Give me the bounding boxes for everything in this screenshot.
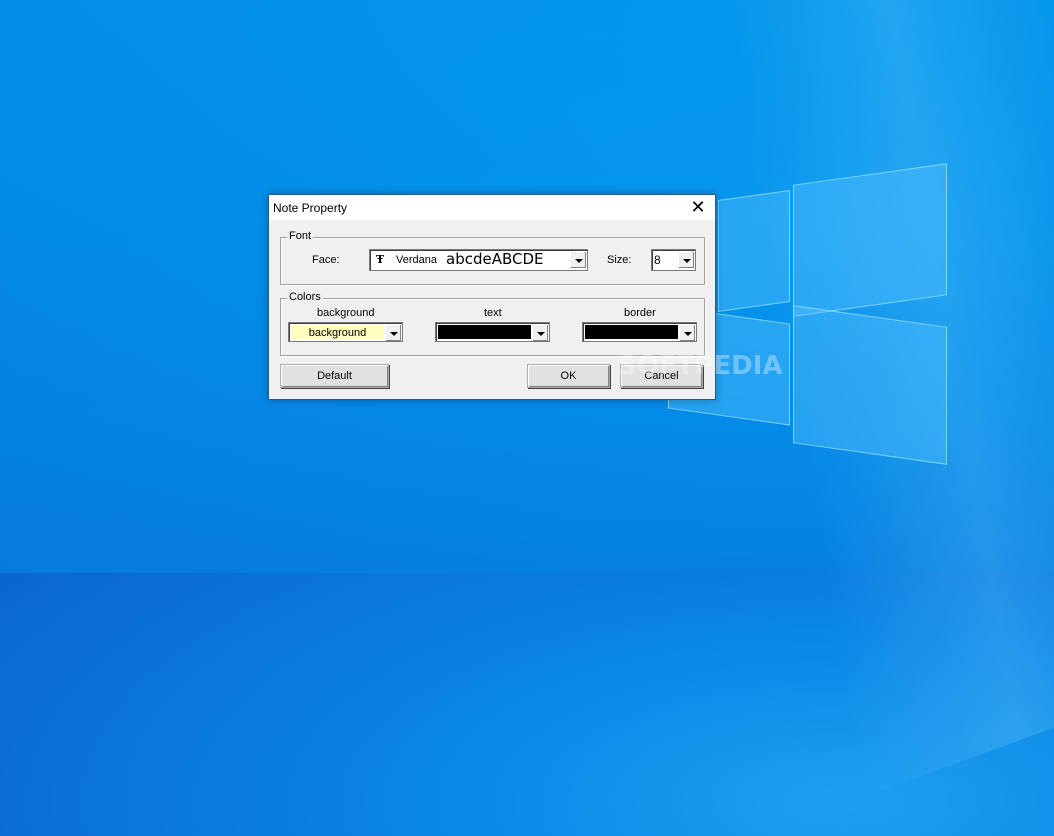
- chevron-down-icon[interactable]: [678, 251, 694, 268]
- font-size-select[interactable]: 8: [651, 249, 696, 271]
- chevron-down-icon[interactable]: [385, 324, 401, 341]
- face-label: Face:: [312, 254, 340, 266]
- size-label: Size:: [607, 254, 632, 266]
- chevron-down-icon[interactable]: [570, 251, 586, 268]
- font-size-value: 8: [654, 253, 661, 267]
- text-color-swatch: [438, 325, 531, 339]
- font-face-sample: abcdeABCDE: [446, 250, 544, 268]
- border-color-swatch: [585, 325, 678, 339]
- chevron-down-icon[interactable]: [679, 324, 695, 341]
- logo-pane: [793, 305, 947, 465]
- default-button[interactable]: Default: [280, 364, 389, 388]
- text-color-select[interactable]: [435, 322, 550, 342]
- border-color-select[interactable]: [582, 322, 697, 342]
- title-bar[interactable]: Note Property ✕: [269, 195, 715, 220]
- logo-pane: [793, 163, 947, 317]
- background-color-value: background: [308, 327, 367, 339]
- font-face-select[interactable]: Ŧ Verdana abcdeABCDE: [369, 249, 588, 271]
- font-group: Font Face: Ŧ Verdana abcdeABCDE Size: 8: [280, 230, 705, 285]
- background-color-select[interactable]: background: [288, 322, 403, 342]
- logo-pane: [718, 189, 790, 313]
- background-color-label: background: [317, 307, 375, 319]
- font-face-value: Verdana: [396, 254, 437, 266]
- dialog-title: Note Property: [273, 201, 348, 215]
- close-icon[interactable]: ✕: [687, 197, 709, 217]
- colors-group-label: Colors: [287, 291, 323, 303]
- border-color-label: border: [624, 307, 656, 319]
- font-group-label: Font: [287, 230, 314, 242]
- truetype-font-icon: Ŧ: [376, 253, 385, 266]
- colors-group: Colors background background text border: [280, 291, 705, 356]
- text-color-label: text: [484, 307, 502, 319]
- softpedia-watermark: SOFTPEDIA: [618, 351, 783, 381]
- chevron-down-icon[interactable]: [532, 324, 548, 341]
- ok-button[interactable]: OK: [527, 364, 610, 388]
- background-color-swatch: background: [291, 325, 384, 339]
